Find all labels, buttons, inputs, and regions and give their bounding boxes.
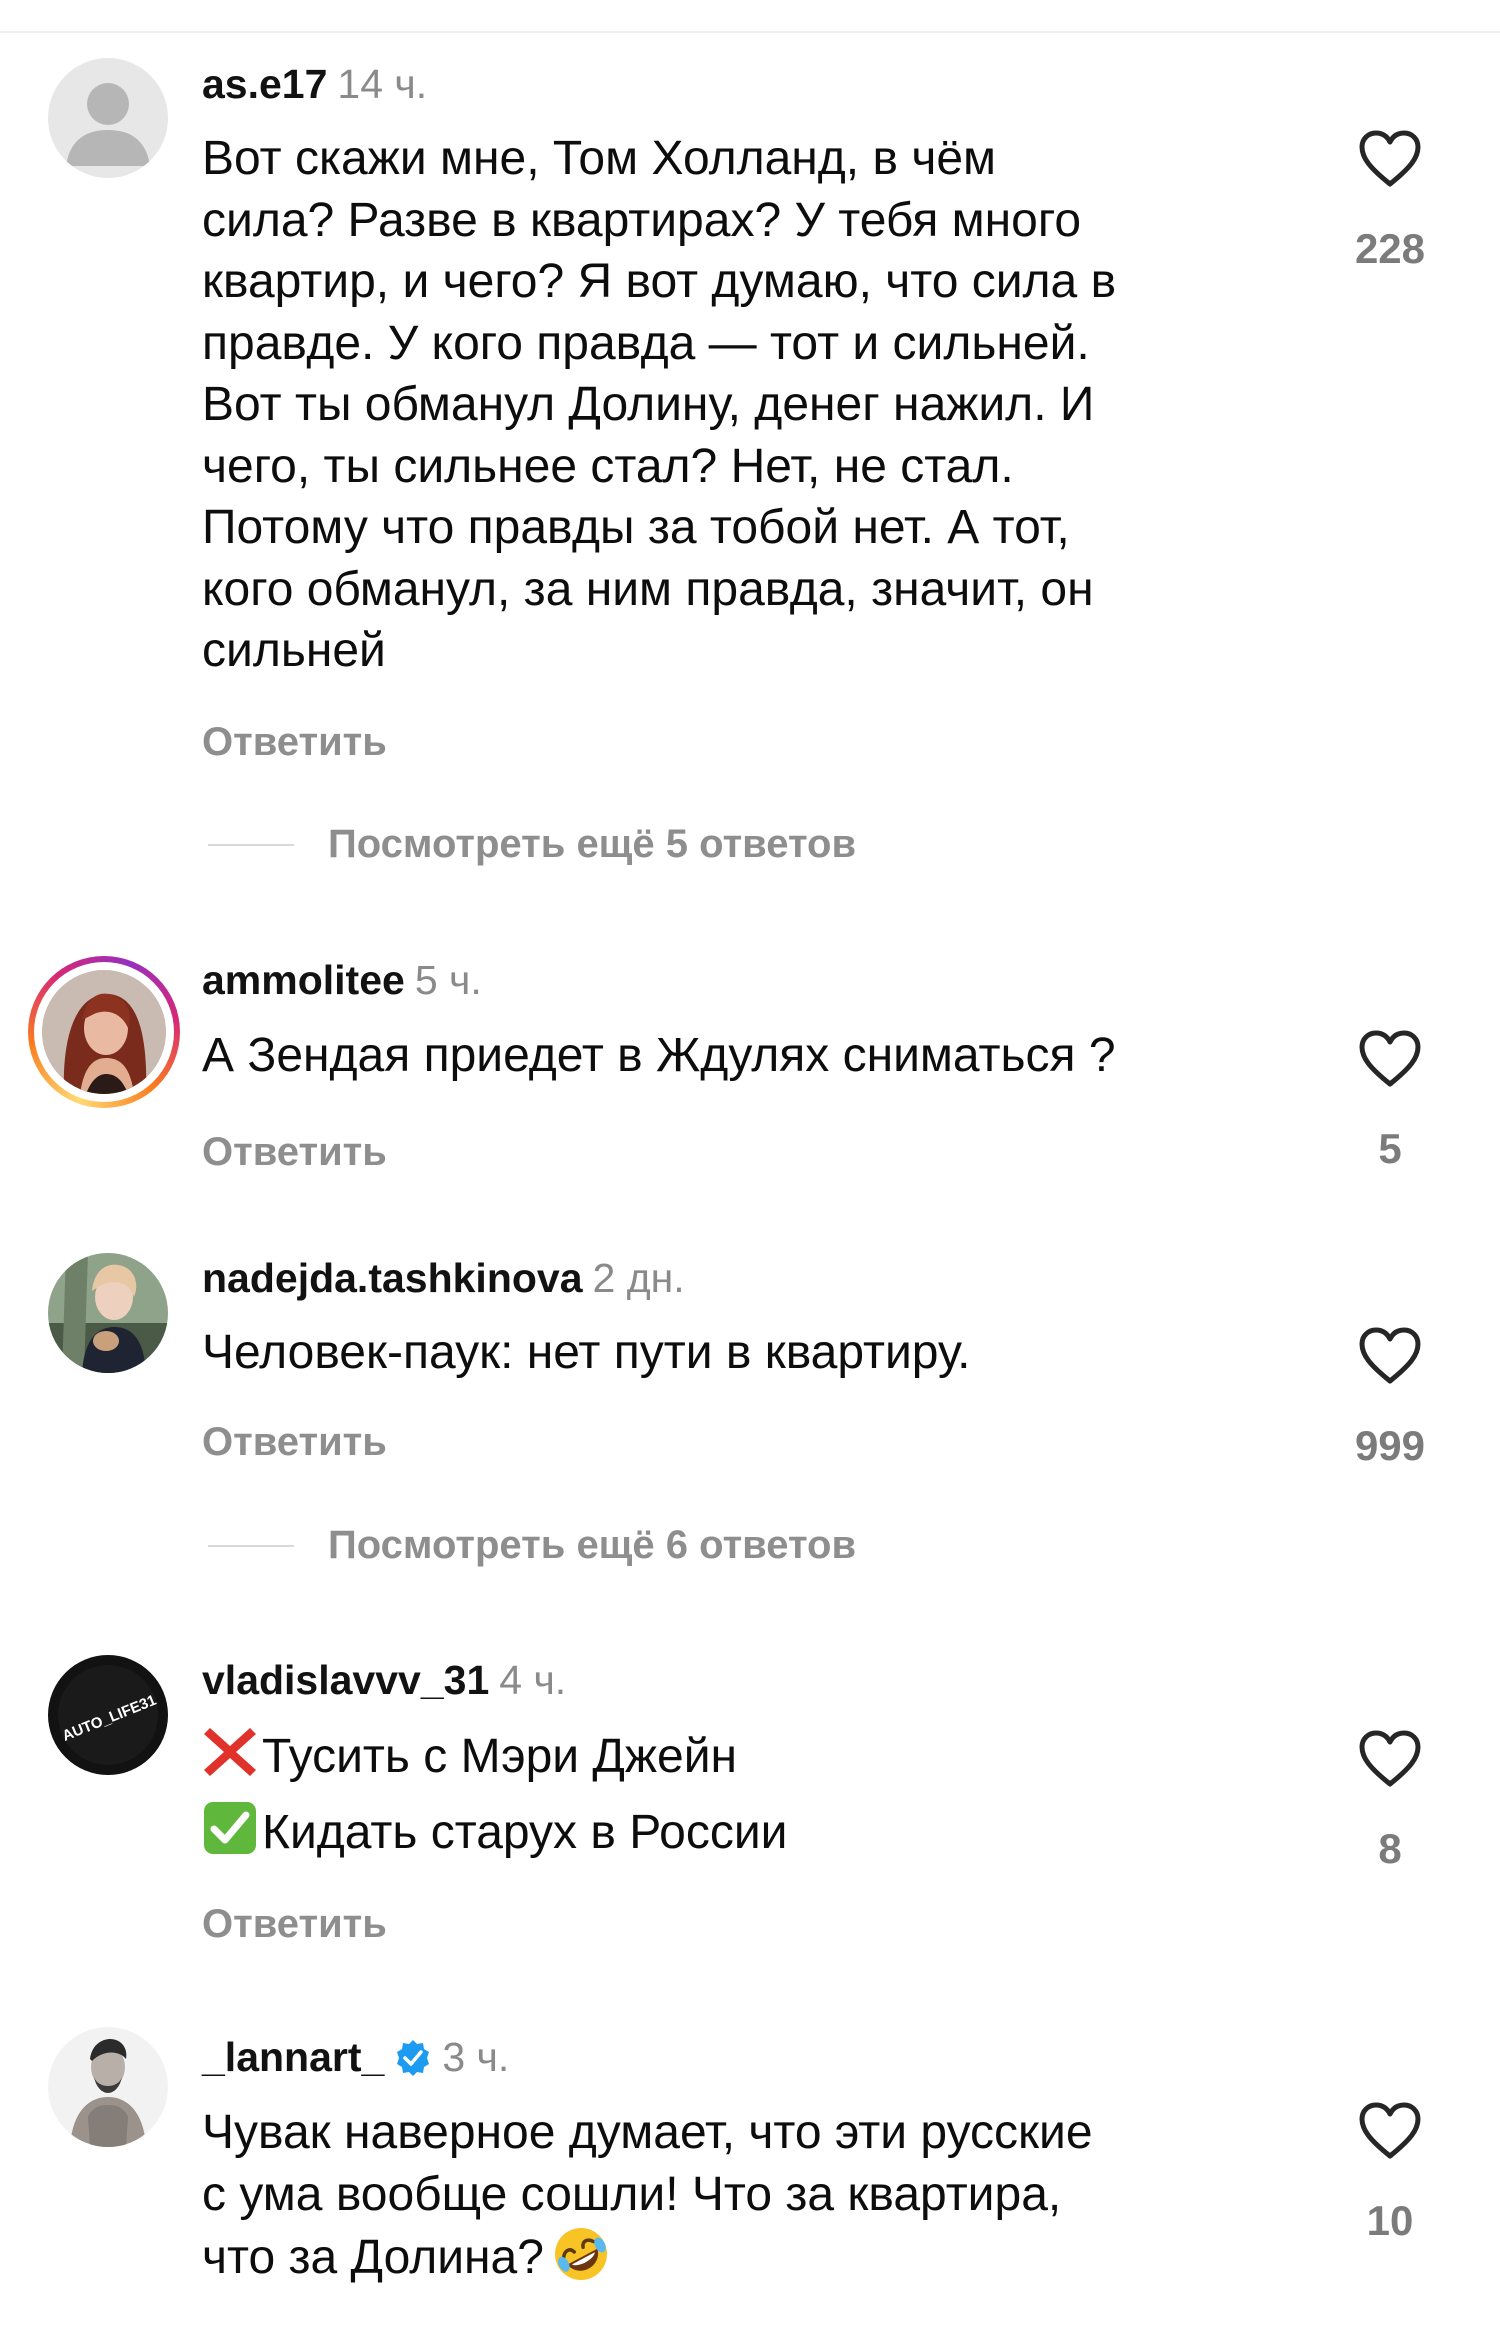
like-control[interactable]: 10: [1345, 2102, 1435, 2245]
rolling-on-floor-laughing-icon: [554, 2228, 607, 2280]
avatar[interactable]: [48, 2027, 168, 2147]
heart-icon[interactable]: [1358, 1730, 1422, 1788]
username[interactable]: ammolitee: [202, 957, 405, 1003]
top-divider: [0, 31, 1500, 33]
comment-line-text: Кидать старух в России: [262, 1806, 788, 1859]
avatar[interactable]: AUTO_LIFE31: [48, 1655, 168, 1775]
comment-line: Тусить с Мэри Джейн: [202, 1724, 1282, 1800]
user-photo-icon: [48, 1253, 168, 1373]
timestamp: 4 ч.: [499, 1657, 567, 1703]
comment-text-body: Чувак наверное думает, что эти русские с…: [202, 2106, 1093, 2284]
username[interactable]: vladislavvv_31: [202, 1657, 489, 1703]
comment-meta: as.e17 14 ч.: [202, 60, 427, 108]
reply-button[interactable]: Ответить: [202, 1418, 387, 1466]
like-control[interactable]: 228: [1345, 130, 1435, 273]
story-ring[interactable]: [28, 956, 180, 1108]
reply-button[interactable]: Ответить: [202, 718, 387, 766]
brand-logo-icon: AUTO_LIFE31: [48, 1655, 168, 1775]
comment-line: Кидать старух в России: [202, 1800, 1282, 1864]
comment-meta: ammolitee 5 ч.: [202, 956, 482, 1004]
like-count: 10: [1366, 2197, 1414, 2244]
username[interactable]: as.e17: [202, 61, 327, 107]
comment-text: Тусить с Мэри Джейн Кидать старух в Росс…: [202, 1724, 1282, 1864]
user-photo-icon: [48, 2027, 168, 2147]
view-more-replies-button[interactable]: Посмотреть ещё 6 ответов: [328, 1521, 856, 1569]
timestamp: 2 дн.: [592, 1255, 685, 1301]
username[interactable]: nadejda.tashkinova: [202, 1255, 583, 1301]
verified-badge-icon: [397, 2040, 430, 2076]
avatar[interactable]: [48, 58, 168, 178]
comment-text: Чувак наверное думает, что эти русские с…: [202, 2102, 1282, 2289]
like-control[interactable]: 8: [1345, 1730, 1435, 1873]
like-control[interactable]: 999: [1345, 1327, 1435, 1470]
view-more-line: [208, 844, 294, 846]
heart-icon[interactable]: [1358, 1030, 1422, 1088]
comment-meta: vladislavvv_31 4 ч.: [202, 1656, 566, 1704]
comment-text: Человек-паук: нет пути в квартиру.: [202, 1326, 971, 1379]
like-count: 999: [1354, 1422, 1426, 1469]
like-count: 228: [1354, 225, 1426, 272]
avatar[interactable]: [48, 1253, 168, 1373]
view-more-line: [208, 1545, 294, 1547]
username[interactable]: _lannart_: [202, 2034, 384, 2080]
comment-meta: nadejda.tashkinova 2 дн.: [202, 1254, 685, 1302]
timestamp: 5 ч.: [414, 957, 482, 1003]
heart-icon[interactable]: [1358, 130, 1422, 188]
comment-line-text: Тусить с Мэри Джейн: [262, 1730, 738, 1783]
user-photo-icon: [42, 970, 166, 1094]
timestamp: 3 ч.: [442, 2034, 510, 2080]
heart-icon[interactable]: [1358, 1327, 1422, 1385]
avatar[interactable]: [42, 970, 166, 1094]
comment-meta: _lannart_ 3 ч.: [202, 2033, 509, 2081]
comment-text: А Зендая приедет в Ждулях сниматься ?: [202, 1029, 1116, 1082]
view-more-replies-button[interactable]: Посмотреть ещё 5 ответов: [328, 820, 856, 868]
comment-text: Вот скажи мне, Том Холланд, в чём сила? …: [202, 132, 1117, 677]
reply-button[interactable]: Ответить: [202, 1128, 387, 1176]
timestamp: 14 ч.: [337, 61, 428, 107]
default-user-icon: [48, 58, 168, 178]
heart-icon[interactable]: [1358, 2102, 1422, 2160]
like-count: 5: [1378, 1125, 1402, 1172]
reply-button[interactable]: Ответить: [202, 1900, 387, 1948]
check-mark-button-icon: [204, 1802, 256, 1854]
like-control[interactable]: 5: [1345, 1030, 1435, 1173]
cross-mark-icon: [204, 1728, 256, 1776]
like-count: 8: [1378, 1825, 1402, 1872]
